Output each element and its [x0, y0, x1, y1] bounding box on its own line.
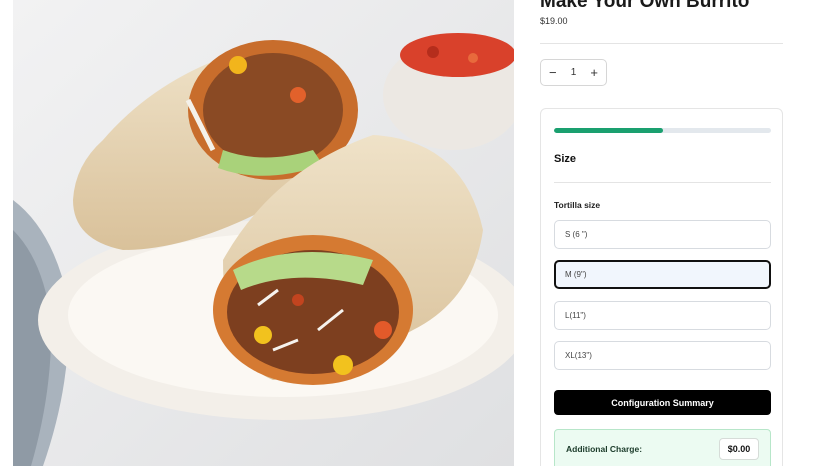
configurator-panel: Size Tortilla size S (6 ") M (9") L(11")…: [540, 108, 783, 466]
size-option-m[interactable]: M (9"): [554, 260, 771, 289]
increase-quantity-button[interactable]: +: [590, 66, 598, 79]
section-title: Size: [554, 153, 577, 165]
configurator-progress-bar: [554, 128, 771, 133]
option-group-label: Tortilla size: [554, 200, 601, 210]
additional-charge-value: $0.00: [719, 438, 759, 460]
quantity-stepper: − 1 +: [540, 59, 607, 86]
quantity-value[interactable]: 1: [571, 67, 577, 78]
product-image: [13, 0, 514, 466]
decrease-quantity-button[interactable]: −: [549, 66, 557, 79]
size-option-l[interactable]: L(11"): [554, 301, 771, 330]
divider: [540, 43, 783, 44]
product-price: $19.00: [540, 16, 568, 26]
configuration-summary-button[interactable]: Configuration Summary: [554, 390, 771, 415]
additional-charge-box: Additional Charge: $0.00: [554, 429, 771, 466]
progress-fill: [554, 128, 663, 133]
product-title: Make Your Own Burrito: [540, 0, 750, 12]
additional-charge-label: Additional Charge:: [566, 444, 643, 454]
size-option-xl[interactable]: XL(13"): [554, 341, 771, 370]
section-divider: [554, 182, 771, 183]
size-option-s[interactable]: S (6 "): [554, 220, 771, 249]
